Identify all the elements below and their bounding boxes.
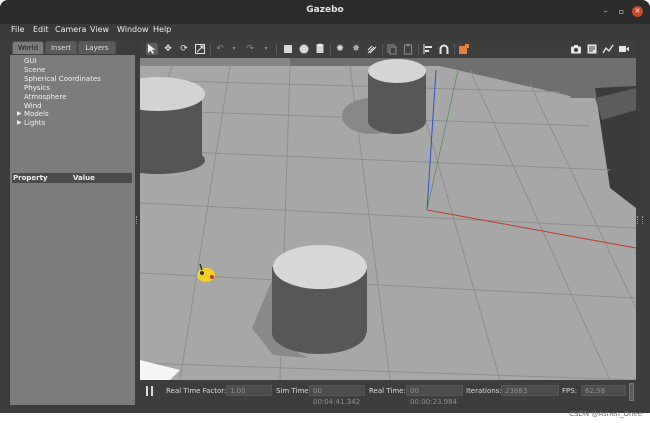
menu-file[interactable]: File	[11, 25, 24, 34]
cylinder-shape-icon[interactable]	[314, 43, 326, 55]
panel-tabs: World Insert Layers	[10, 41, 135, 55]
snap-icon[interactable]	[438, 43, 450, 55]
toolbar-separator	[418, 44, 419, 55]
value-column-header: Value	[73, 174, 95, 182]
render-area: ✥ ⟳ ↶ ▾ ↷ ▾ ✺ ✵ Real Time Factor: 1.00 S…	[140, 41, 636, 406]
gazebo-window: Gazebo – ▫ ✕ File Edit Camera View Windo…	[0, 0, 650, 413]
view-angle-icon[interactable]	[458, 43, 470, 55]
title-bar: Gazebo – ▫ ✕	[0, 0, 650, 24]
tab-insert[interactable]: Insert	[45, 41, 77, 54]
expand-arrow-icon[interactable]: ▶	[17, 119, 22, 126]
right-panel-splitter[interactable]	[637, 216, 643, 224]
tree-item-label: Models	[24, 110, 49, 118]
toolbar-separator	[382, 44, 383, 55]
status-scroll-handle[interactable]	[629, 383, 634, 401]
fps-value: 62.58	[581, 385, 626, 396]
real-time-label: Real Time:	[369, 387, 406, 395]
undo-menu-icon[interactable]: ▾	[228, 43, 240, 55]
menu-view[interactable]: View	[90, 25, 109, 34]
align-icon[interactable]	[422, 43, 434, 55]
property-table-header: Property Value	[12, 173, 132, 183]
plot-icon[interactable]	[602, 43, 614, 55]
translate-icon[interactable]: ✥	[162, 43, 174, 55]
tree-item-atmosphere[interactable]: Atmosphere	[24, 93, 66, 101]
undo-icon[interactable]: ↶	[214, 43, 226, 55]
menu-edit[interactable]: Edit	[33, 25, 49, 34]
spot-light-icon[interactable]: ✵	[350, 43, 362, 55]
sphere-shape-icon[interactable]	[298, 43, 310, 55]
sim-time-value: 00 00:04:41.342	[309, 385, 365, 406]
screenshot-icon[interactable]	[570, 43, 582, 55]
scene-canvas	[140, 58, 636, 380]
iterations-label: Iterations:	[466, 387, 502, 395]
select-arrow-icon[interactable]	[146, 43, 158, 55]
pause-icon[interactable]	[146, 386, 154, 396]
point-light-icon[interactable]: ✺	[334, 43, 346, 55]
tree-item-label: Lights	[24, 119, 46, 127]
log-icon[interactable]	[586, 43, 598, 55]
toolbar-separator	[276, 44, 277, 55]
toolbar-separator	[210, 44, 211, 55]
tree-item-models[interactable]: ▶ Models	[17, 110, 49, 118]
real-time-value: 00 00:00:23.984	[406, 385, 463, 406]
rotate-icon[interactable]: ⟳	[178, 43, 190, 55]
cylinder-left	[140, 77, 205, 174]
close-icon[interactable]: ✕	[632, 6, 643, 17]
tab-layers[interactable]: Layers	[78, 41, 116, 54]
window-title: Gazebo	[306, 5, 344, 15]
sim-time-label: Sim Time:	[276, 387, 311, 395]
maximize-icon[interactable]: ▫	[616, 6, 627, 17]
real-time-factor-label: Real Time Factor:	[166, 387, 227, 395]
tree-item-scene[interactable]: Scene	[24, 66, 45, 74]
watermark-text: CSDN @Ashen_Onee	[569, 410, 642, 418]
directional-light-icon[interactable]	[366, 43, 378, 55]
status-bar: Real Time Factor: 1.00 Sim Time: 00 00:0…	[140, 380, 636, 406]
fps-label: FPS:	[562, 387, 578, 395]
tab-world[interactable]: World	[12, 41, 44, 54]
tree-item-wind[interactable]: Wind	[24, 102, 42, 110]
tree-item-gui[interactable]: GUI	[24, 57, 37, 65]
tree-item-lights[interactable]: ▶ Lights	[17, 119, 46, 127]
real-time-factor-value: 1.00	[226, 385, 272, 396]
scale-icon[interactable]	[194, 43, 206, 55]
box-shape-icon[interactable]	[282, 43, 294, 55]
minimize-icon[interactable]: –	[600, 6, 611, 17]
paste-icon[interactable]	[402, 43, 414, 55]
toolbar-separator	[454, 44, 455, 55]
iterations-value: 23883	[501, 385, 559, 396]
left-panel: World Insert Layers GUI Scene Spherical …	[10, 41, 135, 405]
3d-scene-viewport[interactable]	[140, 58, 636, 380]
redo-menu-icon[interactable]: ▾	[260, 43, 272, 55]
redo-icon[interactable]: ↷	[244, 43, 256, 55]
tree-item-physics[interactable]: Physics	[24, 84, 50, 92]
menu-window[interactable]: Window	[117, 25, 149, 34]
menu-camera[interactable]: Camera	[55, 25, 86, 34]
toolbar: ✥ ⟳ ↶ ▾ ↷ ▾ ✺ ✵	[140, 41, 636, 59]
menu-help[interactable]: Help	[153, 25, 171, 34]
toolbar-separator	[330, 44, 331, 55]
expand-arrow-icon[interactable]: ▶	[17, 110, 22, 117]
menu-bar: File Edit Camera View Window Help	[0, 24, 650, 38]
tree-item-spherical-coordinates[interactable]: Spherical Coordinates	[24, 75, 101, 83]
copy-icon[interactable]	[386, 43, 398, 55]
property-column-header: Property	[13, 174, 48, 182]
record-video-icon[interactable]	[618, 43, 630, 55]
